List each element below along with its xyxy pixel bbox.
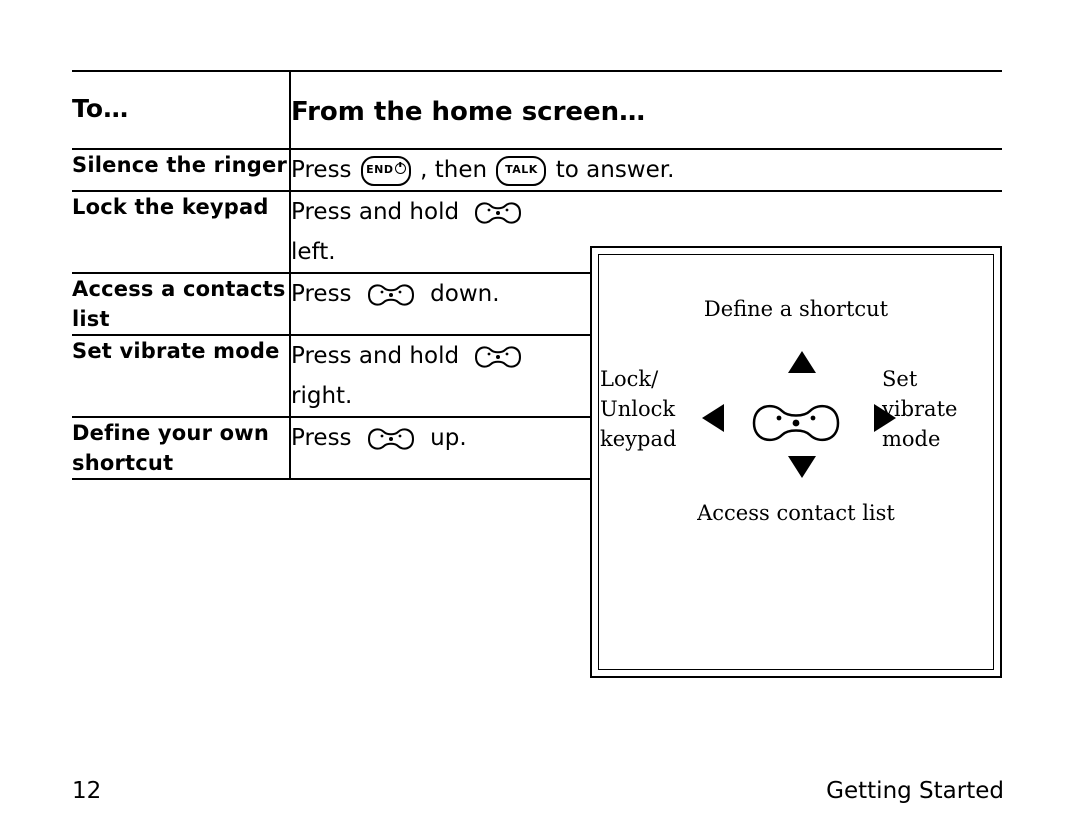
navigation-key-icon	[363, 278, 419, 312]
table-header-col2: From the home screen…	[290, 70, 1002, 149]
row-text-after: left.	[291, 239, 336, 265]
arrow-right-icon	[874, 404, 896, 432]
row-text-after: down.	[430, 281, 500, 307]
arrow-up-icon	[788, 351, 816, 373]
diagram-label-bottom: Access contact list	[697, 501, 895, 525]
row-text-before: Press	[291, 425, 352, 451]
talk-key-icon: TALK	[496, 155, 547, 186]
diagram-label-left: Lock/ Unlock keypad	[600, 364, 710, 454]
table-row: Silence the ringer Press END , then TALK…	[72, 148, 1002, 191]
row-text-after: right.	[291, 383, 353, 409]
arrow-down-icon	[788, 456, 816, 478]
row-body-silence-ringer: Press END , then TALK to answer.	[290, 148, 1002, 191]
end-key-label: END	[366, 162, 394, 176]
diagram-label-left-line2: Unlock	[600, 397, 676, 421]
navigation-key-icon	[744, 392, 848, 454]
diagram-label-left-line1: Lock/	[600, 367, 659, 391]
diagram-label-right-line3: mode	[882, 427, 941, 451]
navigation-key-icon	[470, 340, 526, 374]
page-footer: 12 Getting Started	[72, 778, 1004, 804]
row-text-before: Press and hold	[291, 343, 460, 369]
talk-key-label: TALK	[505, 162, 538, 176]
row-label-access-contacts: Access a contacts list	[72, 272, 291, 335]
row-text-before: Press	[291, 281, 352, 307]
arrow-left-icon	[702, 404, 724, 432]
diagram-label-right: Set vibrate mode	[882, 364, 992, 454]
navigation-key-icon	[470, 196, 526, 230]
navigation-key-icon	[363, 422, 419, 456]
navigation-diagram: Define a shortcut Access contact list Lo…	[590, 246, 1002, 678]
row-label-set-vibrate: Set vibrate mode	[72, 334, 291, 417]
power-dot-icon	[394, 162, 406, 174]
row-text-before: Press and hold	[291, 199, 460, 225]
row-text-before: Press	[291, 157, 352, 183]
diagram-label-top: Define a shortcut	[703, 297, 889, 321]
row-label-silence-ringer: Silence the ringer	[72, 148, 291, 191]
page-number: 12	[72, 778, 102, 804]
diagram-label-left-line3: keypad	[600, 427, 677, 451]
row-text-after: up.	[430, 425, 467, 451]
row-label-text: Silence the ringer	[72, 153, 287, 177]
row-label-lock-keypad: Lock the keypad	[72, 190, 291, 273]
table-header-row: To… From the home screen…	[72, 70, 1002, 149]
row-text-after: to answer.	[555, 157, 675, 183]
row-label-define-shortcut: Define your own shortcut	[72, 416, 291, 480]
page: To… From the home screen… Silence the ri…	[0, 0, 1080, 834]
row-text-mid: , then	[420, 157, 488, 183]
diagram-label-right-line1: Set	[882, 367, 918, 391]
end-key-icon: END	[360, 155, 411, 186]
row-label-text: Access a contacts list	[72, 277, 286, 331]
row-label-text: Define your own shortcut	[72, 421, 270, 475]
row-label-text: Set vibrate mode	[72, 339, 280, 363]
row-label-text: Lock the keypad	[72, 195, 269, 219]
footer-section-title: Getting Started	[826, 778, 1004, 804]
diagram-label-right-line2: vibrate	[882, 397, 958, 421]
table-header-col1: To…	[72, 70, 291, 149]
